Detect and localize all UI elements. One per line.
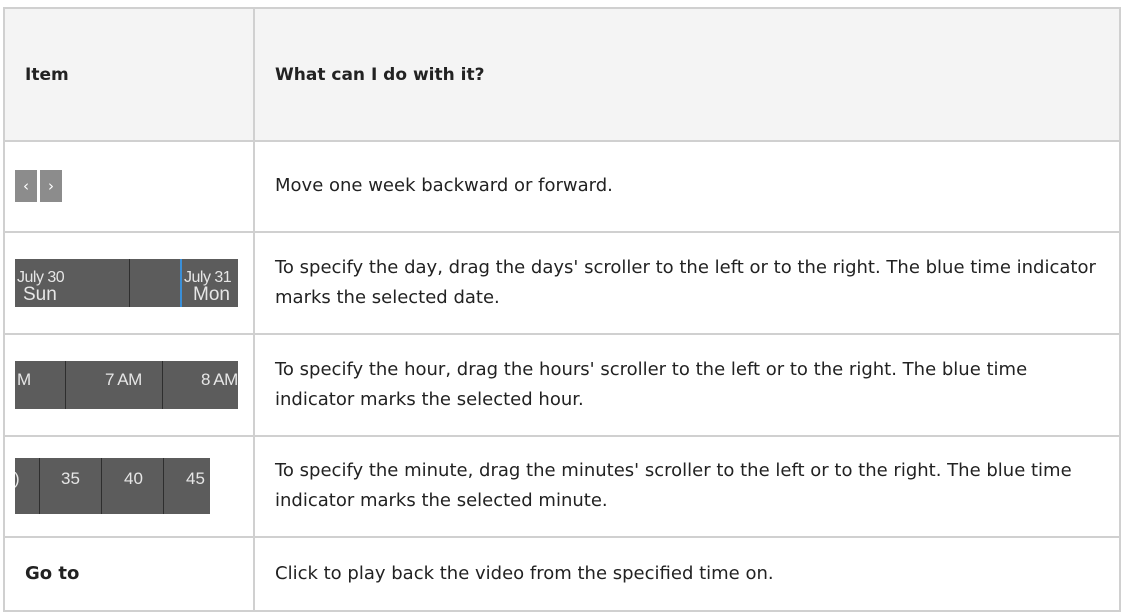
minute-divider <box>39 458 40 515</box>
days-scroller[interactable]: July 30 Sun July 31 Mon <box>15 258 238 307</box>
hour-divider <box>65 360 66 409</box>
hour-label: 8 AM <box>201 369 238 389</box>
table-header-row: Item What can I do with it? <box>3 7 1121 142</box>
table-row: Go to Click to play back the video from … <box>3 536 1121 612</box>
chevron-left-icon: ‹ <box>23 177 29 196</box>
previous-week-button[interactable]: ‹ <box>15 170 37 203</box>
item-cell: M 7 AM 8 AM <box>3 332 255 437</box>
item-cell: July 30 Sun July 31 Mon <box>3 230 255 335</box>
header-item: Item <box>3 7 255 142</box>
day-divider <box>129 258 130 307</box>
day-name-label: Sun <box>23 283 57 305</box>
description-cell: Click to play back the video from the sp… <box>253 536 1121 612</box>
hour-label: 7 AM <box>105 369 142 389</box>
description-cell: To specify the hour, drag the hours' scr… <box>253 332 1121 437</box>
description-cell: To specify the minute, drag the minutes'… <box>253 434 1121 539</box>
table-row: ‹ › Move one week backward or forward. <box>3 140 1121 233</box>
description-cell: To specify the day, drag the days' scrol… <box>253 230 1121 335</box>
item-cell: ) 35 40 45 <box>3 434 255 539</box>
table-row: July 30 Sun July 31 Mon To specify the d… <box>3 230 1121 335</box>
hours-scroller[interactable]: M 7 AM 8 AM <box>15 360 238 409</box>
minute-divider <box>163 458 164 515</box>
next-week-button[interactable]: › <box>40 170 62 203</box>
header-description: What can I do with it? <box>253 7 1121 142</box>
table-row: M 7 AM 8 AM To specify the hour, drag th… <box>3 332 1121 437</box>
day-name-label: Mon <box>193 283 230 305</box>
time-indicator <box>180 258 182 307</box>
minute-divider <box>101 458 102 515</box>
hour-divider <box>162 360 163 409</box>
minute-label: ) <box>15 464 20 494</box>
chevron-right-icon: › <box>48 177 54 196</box>
help-table: Item What can I do with it? ‹ › Move one… <box>3 7 1121 612</box>
minute-label: 45 <box>186 469 205 489</box>
minute-label: 40 <box>124 469 143 489</box>
description-cell: Move one week backward or forward. <box>253 140 1121 233</box>
hour-label: M <box>17 369 31 389</box>
minutes-scroller[interactable]: ) 35 40 45 <box>15 458 210 515</box>
table-row: ) 35 40 45 To specify the minute, drag t… <box>3 434 1121 539</box>
go-to-item: Go to <box>3 536 255 612</box>
week-nav-buttons: ‹ › <box>15 170 253 203</box>
minute-label: 35 <box>61 469 80 489</box>
item-cell: ‹ › <box>3 140 255 233</box>
